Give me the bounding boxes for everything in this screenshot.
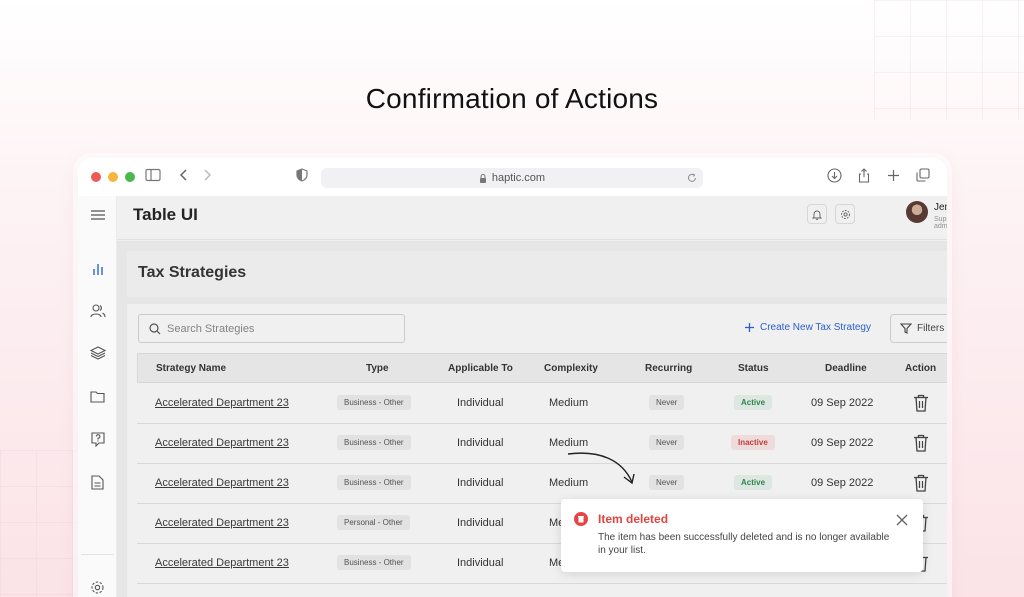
trash-icon[interactable]: [913, 434, 929, 452]
sidebar-toggle-icon[interactable]: [144, 168, 162, 186]
reload-icon[interactable]: [687, 173, 697, 183]
toast-title: Item deleted: [598, 512, 669, 526]
chart-icon[interactable]: [78, 258, 117, 280]
delete-alert-icon: [574, 512, 588, 526]
layers-icon[interactable]: [78, 342, 117, 364]
create-strategy-button[interactable]: Create New Tax Strategy: [745, 322, 871, 333]
column-header[interactable]: Deadline: [825, 363, 867, 374]
tabs-overview-icon[interactable]: [914, 168, 932, 186]
annotation-arrow: [567, 452, 635, 485]
applicable-to: Individual: [457, 517, 504, 529]
strategy-name-link[interactable]: Accelerated Department 23: [155, 477, 289, 489]
share-icon[interactable]: [855, 168, 873, 186]
headline: Confirmation of Actions: [365, 83, 659, 114]
settings-icon[interactable]: [78, 576, 117, 597]
minimize-window-dot[interactable]: [108, 172, 118, 182]
deadline: 09 Sep 2022: [811, 477, 874, 489]
new-tab-icon[interactable]: [884, 168, 902, 186]
strategy-name-link[interactable]: Accelerated Department 23: [155, 397, 289, 409]
type-chip: Personal - Other: [337, 515, 410, 530]
filters-label: Filters: [917, 323, 945, 334]
applicable-to: Individual: [457, 437, 504, 449]
table-row: Accelerated Department 23 Business - Oth…: [137, 384, 947, 424]
table-row: Accelerated Department 23 Business - Oth…: [137, 464, 947, 504]
page-header: Tax Strategies: [127, 251, 947, 297]
sidebar: [78, 196, 117, 597]
type-chip: Business - Other: [337, 435, 411, 450]
back-icon[interactable]: [175, 168, 193, 186]
app-title: Table UI: [133, 205, 198, 224]
folder-icon[interactable]: [78, 385, 117, 407]
recurring-chip: Never: [649, 395, 685, 410]
table-row: Accelerated Department 23 Business - Oth…: [137, 424, 947, 464]
search-input[interactable]: Search Strategies: [138, 314, 405, 343]
complexity: Medium: [549, 397, 589, 409]
filters-button[interactable]: Filters: [890, 314, 947, 343]
page-title: Tax Strategies: [138, 264, 247, 281]
bell-icon: [812, 210, 822, 220]
lock-icon: [479, 173, 486, 183]
create-strategy-label: Create New Tax Strategy: [760, 322, 871, 333]
close-window-dot[interactable]: [91, 172, 101, 182]
column-header[interactable]: Status: [738, 363, 769, 374]
toast-message: The item has been successfully deleted a…: [598, 532, 890, 556]
applicable-to: Individual: [457, 397, 504, 409]
status-badge: Active: [734, 395, 773, 410]
background-grid: [0, 450, 90, 597]
recurring-chip: Never: [649, 435, 685, 450]
forward-icon[interactable]: [198, 168, 216, 186]
search-placeholder: Search Strategies: [167, 322, 255, 335]
strategy-name-link[interactable]: Accelerated Department 23: [155, 437, 289, 449]
search-icon: [149, 322, 161, 334]
trash-icon[interactable]: [913, 474, 929, 492]
deadline: 09 Sep 2022: [811, 437, 874, 449]
filter-icon: [900, 323, 912, 334]
top-bar: Table UI Jenna Super admin: [117, 196, 947, 240]
type-chip: Business - Other: [337, 475, 411, 490]
user-role: Super admin: [934, 216, 947, 230]
recurring-chip: Never: [649, 475, 685, 490]
table-header: Strategy Name Type Applicable To Complex…: [137, 353, 947, 383]
column-header[interactable]: Action: [905, 363, 936, 374]
maximize-window-dot[interactable]: [125, 172, 135, 182]
column-header[interactable]: Complexity: [544, 363, 598, 374]
url-bar[interactable]: haptic.com: [321, 168, 703, 188]
type-chip: Business - Other: [337, 395, 411, 410]
download-icon[interactable]: [825, 168, 843, 186]
url-text: haptic.com: [491, 172, 546, 184]
applicable-to: Individual: [457, 557, 504, 569]
applicable-to: Individual: [457, 477, 504, 489]
plus-icon: [745, 323, 754, 332]
avatar[interactable]: [906, 201, 928, 223]
users-icon[interactable]: [78, 300, 117, 322]
deadline: 09 Sep 2022: [811, 397, 874, 409]
menu-icon[interactable]: [78, 204, 117, 226]
status-badge: Inactive: [731, 435, 775, 450]
user-name: Jenna: [934, 202, 947, 213]
help-icon[interactable]: [78, 428, 117, 450]
toast-notification: Item deleted The item has been successfu…: [561, 499, 923, 572]
column-header[interactable]: Recurring: [645, 363, 692, 374]
close-icon[interactable]: [896, 514, 908, 526]
column-header[interactable]: Strategy Name: [156, 363, 226, 374]
notifications-button[interactable]: [807, 204, 827, 224]
shield-icon[interactable]: [293, 168, 311, 186]
settings-button[interactable]: [835, 204, 855, 224]
strategy-name-link[interactable]: Accelerated Department 23: [155, 557, 289, 569]
browser-chrome: haptic.com: [78, 158, 947, 196]
trash-icon[interactable]: [913, 394, 929, 412]
strategy-name-link[interactable]: Accelerated Department 23: [155, 517, 289, 529]
column-header[interactable]: Type: [366, 363, 389, 374]
column-header[interactable]: Applicable To: [448, 363, 513, 374]
table-row: [137, 584, 947, 597]
gear-icon: [840, 209, 850, 219]
type-chip: Business - Other: [337, 555, 411, 570]
document-icon[interactable]: [78, 471, 117, 493]
status-badge: Active: [734, 475, 773, 490]
